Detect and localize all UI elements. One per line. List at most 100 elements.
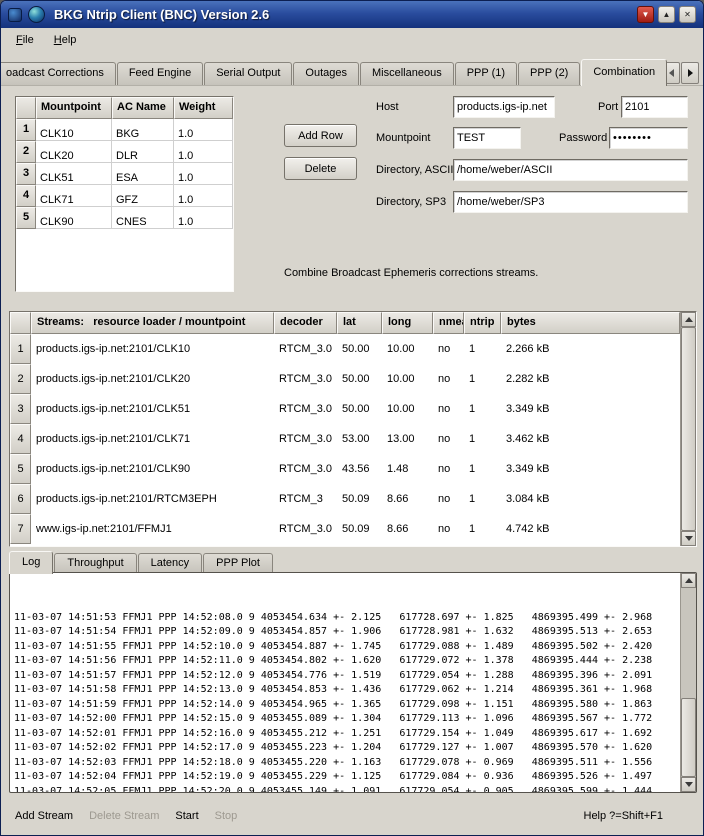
cell-decoder: RTCM_3.0 bbox=[274, 334, 337, 364]
cell-weight[interactable]: 1.0 bbox=[174, 141, 233, 163]
stop-button[interactable]: Stop bbox=[215, 810, 238, 822]
start-button[interactable]: Start bbox=[175, 810, 198, 822]
stream-row[interactable]: 6 products.igs-ip.net:2101/RTCM3EPH RTCM… bbox=[10, 484, 680, 514]
cell-nmea: no bbox=[433, 424, 464, 454]
log-line: 11-03-07 14:51:59 FFMJ1 PPP 14:52:14.0 9… bbox=[14, 698, 680, 713]
delete-button[interactable]: Delete bbox=[284, 157, 357, 180]
cell-weight[interactable]: 1.0 bbox=[174, 119, 233, 141]
col-header-weight[interactable]: Weight bbox=[174, 97, 233, 119]
password-label: Password bbox=[559, 132, 607, 144]
window-title: BKG Ntrip Client (BNC) Version 2.6 bbox=[54, 7, 269, 22]
combination-table-row[interactable]: 4 CLK71 GFZ 1.0 bbox=[16, 185, 233, 207]
maximize-button-icon[interactable]: ▲ bbox=[658, 6, 675, 23]
directory-sp3-input[interactable] bbox=[453, 191, 688, 213]
tab-ppp-2[interactable]: PPP (2) bbox=[518, 62, 580, 85]
col-header-source[interactable]: Streams: resource loader / mountpoint bbox=[31, 312, 274, 334]
tab-ppp-1[interactable]: PPP (1) bbox=[455, 62, 517, 85]
cell-ac-name[interactable]: BKG bbox=[112, 119, 174, 141]
tab-ppp-plot[interactable]: PPP Plot bbox=[203, 553, 273, 573]
tab-scroll-right-icon[interactable] bbox=[681, 62, 699, 84]
cell-weight[interactable]: 1.0 bbox=[174, 185, 233, 207]
menu-item[interactable]: Help bbox=[44, 31, 87, 49]
scroll-up-icon[interactable] bbox=[681, 573, 696, 588]
col-header-lat[interactable]: lat bbox=[337, 312, 382, 334]
combination-table-row[interactable]: 2 CLK20 DLR 1.0 bbox=[16, 141, 233, 163]
tab-log[interactable]: Log bbox=[9, 551, 53, 574]
scroll-down-icon[interactable] bbox=[681, 531, 696, 546]
combination-table-row[interactable]: 1 CLK10 BKG 1.0 bbox=[16, 119, 233, 141]
cell-weight[interactable]: 1.0 bbox=[174, 207, 233, 229]
log-scrollbar-thumb[interactable] bbox=[681, 698, 696, 777]
stream-row[interactable]: 1 products.igs-ip.net:2101/CLK10 RTCM_3.… bbox=[10, 334, 680, 364]
log-tabbar: Log Throughput Latency PPP Plot bbox=[9, 550, 274, 573]
stream-row[interactable]: 4 products.igs-ip.net:2101/CLK71 RTCM_3.… bbox=[10, 424, 680, 454]
cell-lat: 43.56 bbox=[337, 454, 382, 484]
log-line: 11-03-07 14:51:54 FFMJ1 PPP 14:52:09.0 9… bbox=[14, 625, 680, 640]
tab-broadcast-corrections[interactable]: oadcast Corrections bbox=[0, 62, 116, 85]
row-number: 2 bbox=[16, 141, 36, 163]
col-header-bytes[interactable]: bytes bbox=[501, 312, 680, 334]
row-number: 2 bbox=[10, 364, 31, 394]
cell-ac-name[interactable]: CNES bbox=[112, 207, 174, 229]
col-header-long[interactable]: long bbox=[382, 312, 433, 334]
combination-table-row[interactable]: 5 CLK90 CNES 1.0 bbox=[16, 207, 233, 229]
log-scrollbar-track[interactable] bbox=[681, 588, 696, 777]
cell-mountpoint[interactable]: CLK90 bbox=[36, 207, 112, 229]
tab-serial-output[interactable]: Serial Output bbox=[204, 62, 292, 85]
close-button-icon[interactable]: ✕ bbox=[679, 6, 696, 23]
window-menu-icon[interactable] bbox=[8, 8, 22, 22]
scroll-down-icon[interactable] bbox=[681, 777, 696, 792]
tab-miscellaneous[interactable]: Miscellaneous bbox=[360, 62, 454, 85]
cell-ac-name[interactable]: DLR bbox=[112, 141, 174, 163]
col-header-ntrip[interactable]: ntrip bbox=[464, 312, 501, 334]
streams-scrollbar-track[interactable] bbox=[681, 327, 696, 531]
password-input[interactable] bbox=[609, 127, 688, 149]
combination-pane: Mountpoint AC Name Weight 1 CLK10 BKG 1.… bbox=[1, 85, 703, 311]
streams-scrollbar[interactable] bbox=[680, 312, 696, 546]
tab-latency[interactable]: Latency bbox=[138, 553, 203, 573]
tab-throughput[interactable]: Throughput bbox=[54, 553, 136, 573]
streams-table-header: Streams: resource loader / mountpoint de… bbox=[10, 312, 680, 334]
cell-mountpoint[interactable]: CLK20 bbox=[36, 141, 112, 163]
cell-mountpoint[interactable]: CLK51 bbox=[36, 163, 112, 185]
cell-lat: 50.00 bbox=[337, 364, 382, 394]
cell-ac-name[interactable]: GFZ bbox=[112, 185, 174, 207]
cell-long: 8.66 bbox=[382, 484, 433, 514]
cell-weight[interactable]: 1.0 bbox=[174, 163, 233, 185]
host-input[interactable] bbox=[453, 96, 555, 118]
stream-row[interactable]: 2 products.igs-ip.net:2101/CLK20 RTCM_3.… bbox=[10, 364, 680, 394]
stream-row[interactable]: 5 products.igs-ip.net:2101/CLK90 RTCM_3.… bbox=[10, 454, 680, 484]
combination-table: Mountpoint AC Name Weight 1 CLK10 BKG 1.… bbox=[15, 96, 234, 292]
port-input[interactable] bbox=[621, 96, 688, 118]
directory-ascii-input[interactable] bbox=[453, 159, 688, 181]
tab-outages[interactable]: Outages bbox=[293, 62, 359, 85]
cell-ac-name[interactable]: ESA bbox=[112, 163, 174, 185]
minimize-button-icon[interactable]: ▼ bbox=[637, 6, 654, 23]
col-header-nmea[interactable]: nmea bbox=[433, 312, 464, 334]
log-scrollbar[interactable] bbox=[680, 573, 696, 792]
cell-long: 8.66 bbox=[382, 514, 433, 544]
tab-feed-engine[interactable]: Feed Engine bbox=[117, 62, 203, 85]
titlebar[interactable]: BKG Ntrip Client (BNC) Version 2.6 ▼ ▲ ✕ bbox=[1, 1, 703, 28]
log-line: 11-03-07 14:51:58 FFMJ1 PPP 14:52:13.0 9… bbox=[14, 683, 680, 698]
add-stream-button[interactable]: Add Stream bbox=[15, 810, 73, 822]
cell-mountpoint[interactable]: CLK10 bbox=[36, 119, 112, 141]
menu-item[interactable]: File bbox=[6, 31, 44, 49]
stream-row[interactable]: 7 www.igs-ip.net:2101/FFMJ1 RTCM_3.0 50.… bbox=[10, 514, 680, 544]
cell-mountpoint[interactable]: CLK71 bbox=[36, 185, 112, 207]
scroll-up-icon[interactable] bbox=[681, 312, 696, 327]
combination-table-row[interactable]: 3 CLK51 ESA 1.0 bbox=[16, 163, 233, 185]
col-header-mountpoint[interactable]: Mountpoint bbox=[36, 97, 112, 119]
col-header-ac-name[interactable]: AC Name bbox=[112, 97, 174, 119]
cell-nmea: no bbox=[433, 364, 464, 394]
tab-combination[interactable]: Combination bbox=[581, 59, 667, 86]
streams-scrollbar-thumb[interactable] bbox=[681, 327, 696, 531]
col-header-decoder[interactable]: decoder bbox=[274, 312, 337, 334]
cell-decoder: RTCM_3.0 bbox=[274, 514, 337, 544]
delete-stream-button[interactable]: Delete Stream bbox=[89, 810, 159, 822]
stream-row[interactable]: 3 products.igs-ip.net:2101/CLK51 RTCM_3.… bbox=[10, 394, 680, 424]
mountpoint-input[interactable] bbox=[453, 127, 521, 149]
cell-lat: 53.00 bbox=[337, 424, 382, 454]
add-row-button[interactable]: Add Row bbox=[284, 124, 357, 147]
directory-ascii-label: Directory, ASCII bbox=[376, 164, 453, 176]
